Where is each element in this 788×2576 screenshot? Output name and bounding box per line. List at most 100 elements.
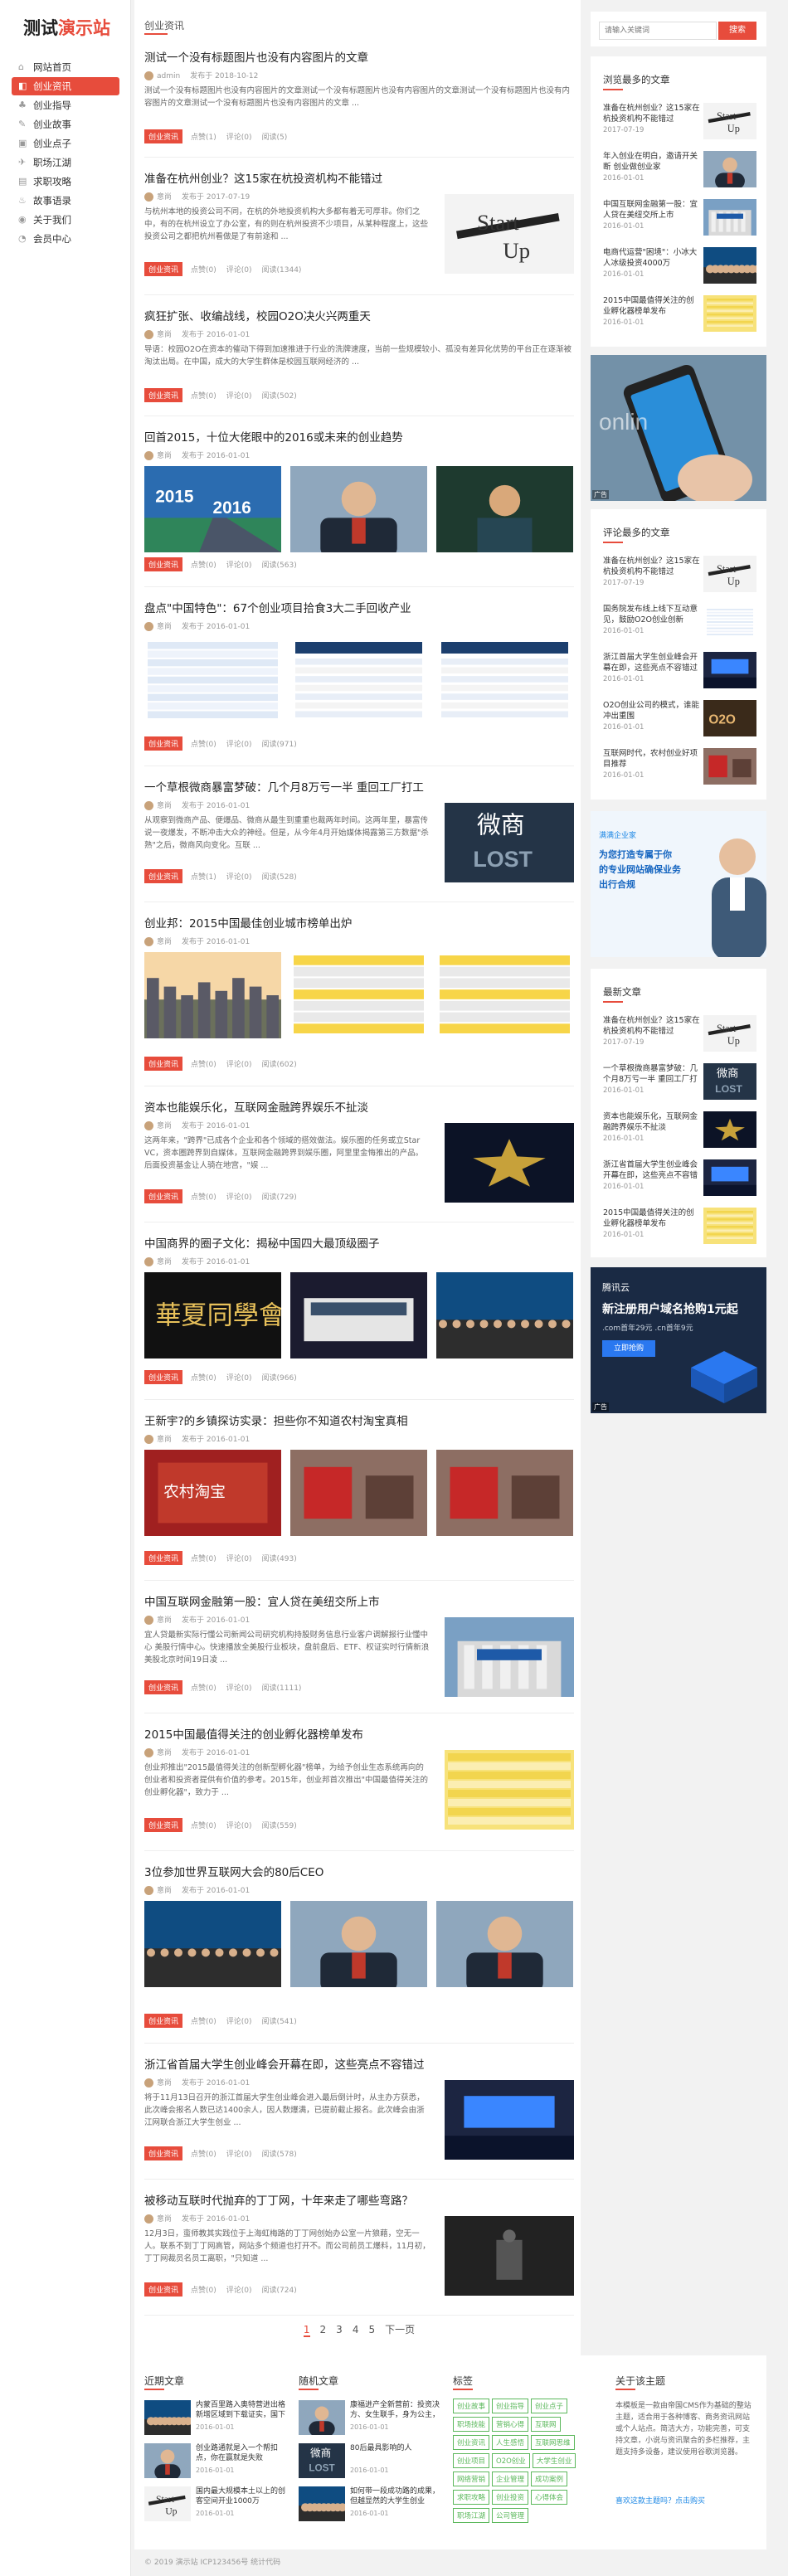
article-thumbnail[interactable] bbox=[144, 637, 281, 723]
article-title[interactable]: 回首2015，十位大佬眼中的2016或未来的创业趋势 bbox=[144, 428, 574, 445]
article-thumbnail[interactable] bbox=[144, 1901, 281, 1987]
sidebar-article-title[interactable]: 准备在杭州创业？这15家在杭投资机构不能错过 bbox=[603, 1015, 701, 1037]
likes-count[interactable]: 点赞(1) bbox=[191, 873, 216, 882]
article-thumbnail[interactable] bbox=[436, 466, 573, 552]
category-badge[interactable]: 创业资讯 bbox=[144, 869, 183, 883]
footer-article-title[interactable]: 国内最大规模本土以上的创客空间开业1000万 bbox=[196, 2486, 289, 2506]
tag-link[interactable]: 创业故事 bbox=[453, 2399, 490, 2413]
comments-count[interactable]: 评论(0) bbox=[226, 1822, 252, 1830]
sidebar-thumbnail[interactable] bbox=[703, 1159, 756, 1196]
footer-article[interactable]: Start Up 国内最大规模本土以上的创客空间开业1000万 2016-01-01 bbox=[144, 2486, 290, 2525]
category-badge[interactable]: 创业资讯 bbox=[144, 129, 183, 143]
tag-link[interactable]: 职场江湖 bbox=[453, 2508, 490, 2523]
footer-article-title[interactable]: 80后最具影响的人 bbox=[350, 2443, 443, 2463]
sidebar-thumbnail[interactable] bbox=[703, 748, 756, 785]
article-thumbnail[interactable] bbox=[290, 1901, 427, 1987]
likes-count[interactable]: 点赞(0) bbox=[191, 741, 216, 749]
nav-item[interactable]: ◧ 创业资讯 bbox=[12, 77, 119, 95]
footer-article-title[interactable]: 康福进产全新营前：投资决方、女生联手，身为公主，80后的 bbox=[350, 2400, 443, 2420]
footer-article-title[interactable]: 如何带一段成功路的成果，但越显然的大学生创业 bbox=[350, 2486, 443, 2506]
author-name[interactable]: 意尚 bbox=[157, 1436, 172, 1444]
comments-count[interactable]: 评论(0) bbox=[226, 1684, 252, 1693]
comments-count[interactable]: 评论(0) bbox=[226, 266, 252, 275]
tag-link[interactable]: O2O创业 bbox=[492, 2453, 530, 2468]
sidebar-thumbnail[interactable] bbox=[703, 604, 756, 640]
sidebar-article[interactable]: O2O创业公司的模式，谁能冲出重围 2016-01-01 O2O bbox=[603, 700, 756, 741]
footer-thumbnail[interactable]: 微商 LOST bbox=[299, 2443, 345, 2478]
tag-link[interactable]: 心得体会 bbox=[531, 2490, 568, 2505]
likes-count[interactable]: 点赞(0) bbox=[191, 2151, 216, 2159]
article-title[interactable]: 王新宇?的乡镇探访实录：担些你不知道农村淘宝真相 bbox=[144, 1412, 574, 1428]
article-title[interactable]: 3位参加世界互联网大会的80后CEO bbox=[144, 1863, 574, 1879]
likes-count[interactable]: 点赞(0) bbox=[191, 1374, 216, 1383]
article-title[interactable]: 一个草根微商暴富梦破：几个月8万亏一半 重回工厂打工 bbox=[144, 778, 574, 795]
article-title[interactable]: 中国商界的圈子文化：揭秘中国四大最顶级圈子 bbox=[144, 1234, 574, 1251]
footer-article-title[interactable]: 内蒙百里路入奥特营进出格新增区域到下载证实，国下我家路入 bbox=[196, 2400, 289, 2420]
article-thumbnail[interactable] bbox=[445, 1123, 574, 1203]
author-name[interactable]: 意尚 bbox=[157, 1616, 172, 1625]
nav-item[interactable]: ◉ 关于我们 bbox=[12, 211, 119, 229]
likes-count[interactable]: 点赞(0) bbox=[191, 561, 216, 570]
category-badge[interactable]: 创业资讯 bbox=[144, 1818, 183, 1832]
sidebar-article[interactable]: 准备在杭州创业？这15家在杭投资机构不能错过 2017-07-19 Start Up bbox=[603, 103, 756, 144]
article-thumbnail[interactable] bbox=[144, 952, 281, 1038]
sidebar-article-title[interactable]: 浙江首届大学生创业峰会开幕在即，这些亮点不容错过 bbox=[603, 652, 701, 673]
nav-item[interactable]: ✎ 创业故事 bbox=[12, 115, 119, 134]
author-name[interactable]: 意尚 bbox=[157, 938, 172, 946]
sidebar-thumbnail[interactable]: Start Up bbox=[703, 103, 756, 139]
article-title[interactable]: 测试一个没有标题图片也没有内容图片的文章 bbox=[144, 48, 574, 65]
author-name[interactable]: admin bbox=[157, 72, 180, 80]
footer-article[interactable]: 康福进产全新营前：投资决方、女生联手，身为公主，80后的 2016-01-01 bbox=[299, 2400, 445, 2438]
sidebar-article-title[interactable]: 国务院发布线上线下互动意见，鼓励O2O创业创新 bbox=[603, 604, 701, 625]
footer-article[interactable]: 微商 LOST 80后最具影响的人 2016-01-01 bbox=[299, 2443, 445, 2481]
about-more-link[interactable]: 喜欢这款主题吗？点击购买 bbox=[615, 2495, 756, 2506]
sidebar-article-title[interactable]: 准备在杭州创业？这15家在杭投资机构不能错过 bbox=[603, 556, 701, 577]
article-thumbnail[interactable] bbox=[436, 1272, 573, 1358]
sidebar-article[interactable]: 中国互联网金融第一股：宜人贷在美纽交所上市 2016-01-01 bbox=[603, 199, 756, 241]
nav-item[interactable]: ♣ 创业指导 bbox=[12, 96, 119, 114]
author-name[interactable]: 意尚 bbox=[157, 1749, 172, 1757]
comments-count[interactable]: 评论(0) bbox=[226, 1193, 252, 1202]
sidebar-thumbnail[interactable] bbox=[703, 151, 756, 187]
article-title[interactable]: 准备在杭州创业？这15家在杭投资机构不能错过 bbox=[144, 169, 574, 186]
article-thumbnail[interactable]: 微商 LOST bbox=[445, 803, 574, 882]
sidebar-article[interactable]: 2015中国最值得关注的创业孵化器榜单发布 2016-01-01 bbox=[603, 295, 756, 337]
likes-count[interactable]: 点赞(0) bbox=[191, 266, 216, 275]
article-thumbnail[interactable] bbox=[290, 952, 427, 1038]
ad-tencent-cloud[interactable]: 腾讯云 新注册用户域名抢购1元起 .com首年29元 .cn首年9元 立即抢购 … bbox=[591, 1267, 766, 1413]
footer-article-title[interactable]: 创业路通就是入一个帮扣点，你在赢就是失败 bbox=[196, 2443, 289, 2463]
comments-count[interactable]: 评论(0) bbox=[226, 392, 252, 401]
article-thumbnail[interactable] bbox=[436, 1901, 573, 1987]
page-link[interactable]: 4 bbox=[353, 2324, 359, 2335]
category-badge[interactable]: 创业资讯 bbox=[144, 557, 183, 571]
tag-link[interactable]: 互联网思维 bbox=[531, 2435, 575, 2450]
tag-link[interactable]: 创业项目 bbox=[453, 2453, 490, 2468]
article-thumbnail[interactable] bbox=[436, 1450, 573, 1536]
tag-link[interactable]: 大学生创业 bbox=[532, 2453, 576, 2468]
search-button[interactable]: 搜索 bbox=[718, 22, 756, 40]
category-badge[interactable]: 创业资讯 bbox=[144, 1551, 183, 1565]
category-badge[interactable]: 创业资讯 bbox=[144, 262, 183, 276]
comments-count[interactable]: 评论(0) bbox=[226, 741, 252, 749]
comments-count[interactable]: 评论(0) bbox=[226, 2287, 252, 2295]
nav-item[interactable]: ▤ 求职攻略 bbox=[12, 173, 119, 191]
footer-thumbnail[interactable] bbox=[299, 2400, 345, 2435]
article-title[interactable]: 疯狂扩张、收编战线，校园O2O决火兴两重天 bbox=[144, 307, 574, 323]
comments-count[interactable]: 评论(0) bbox=[226, 2151, 252, 2159]
sidebar-article-title[interactable]: 资本也能娱乐化，互联网金融跨界娱乐不扯淡 bbox=[603, 1111, 701, 1133]
comments-count[interactable]: 评论(0) bbox=[226, 134, 252, 142]
sidebar-article[interactable]: 2015中国最值得关注的创业孵化器榜单发布 2016-01-01 bbox=[603, 1208, 756, 1249]
article-thumbnail[interactable] bbox=[445, 2216, 574, 2296]
sidebar-article[interactable]: 互联网时代，农村创业好项目推荐 2016-01-01 bbox=[603, 748, 756, 790]
likes-count[interactable]: 点赞(0) bbox=[191, 1822, 216, 1830]
comments-count[interactable]: 评论(0) bbox=[226, 1374, 252, 1383]
ad-enterprise[interactable]: 满满企业家 为您打造专属于你 的专业网站确保业务 出行合规 bbox=[591, 811, 766, 957]
sidebar-article-title[interactable]: 2015中国最值得关注的创业孵化器榜单发布 bbox=[603, 295, 701, 317]
comments-count[interactable]: 评论(0) bbox=[226, 1061, 252, 1069]
breadcrumb[interactable]: 创业资讯 bbox=[144, 18, 184, 32]
tag-link[interactable]: 创业点子 bbox=[531, 2399, 568, 2413]
author-name[interactable]: 意尚 bbox=[157, 1122, 172, 1130]
next-page-link[interactable]: 下一页 bbox=[385, 2322, 415, 2336]
article-title[interactable]: 浙江省首届大学生创业峰会开幕在即，这些亮点不容错过 bbox=[144, 2055, 574, 2072]
sidebar-article[interactable]: 一个草根微商暴富梦破：几个月8万亏一半 重回工厂打工2016-01-01 微商 LO… bbox=[603, 1063, 756, 1105]
